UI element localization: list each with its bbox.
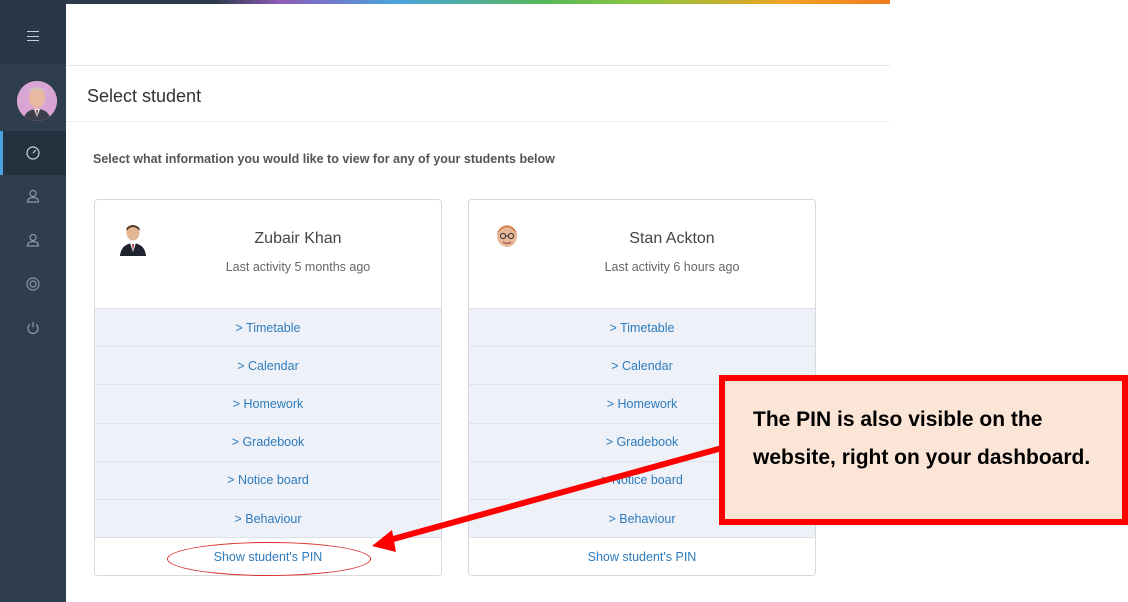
user-photo xyxy=(17,81,57,121)
last-activity: Last activity 6 hours ago xyxy=(604,260,740,274)
student-name: Stan Ackton xyxy=(629,230,715,247)
divider xyxy=(66,121,890,122)
dashboard-icon xyxy=(26,146,40,160)
highlight-circle xyxy=(167,542,371,576)
student-card-header: Stan Ackton Last activity 6 hours ago xyxy=(469,200,815,308)
brand-stripe xyxy=(66,0,890,4)
link-notice-board[interactable]: > Notice board xyxy=(95,460,441,499)
callout-box: The PIN is also visible on the website, … xyxy=(719,375,1128,525)
instruction-text: Select what information you would like t… xyxy=(93,152,555,166)
show-pin-link[interactable]: Show student's PIN xyxy=(469,537,815,575)
student-card-header: Zubair Khan Last activity 5 months ago xyxy=(95,200,441,308)
user-icon xyxy=(26,233,40,247)
last-activity: Last activity 5 months ago xyxy=(225,260,371,274)
user-icon xyxy=(26,189,40,203)
link-timetable[interactable]: > Timetable xyxy=(95,308,441,347)
link-gradebook[interactable]: > Gradebook xyxy=(95,422,441,461)
sidebar xyxy=(0,0,66,602)
top-bar xyxy=(66,0,890,66)
sidebar-item-students[interactable] xyxy=(0,218,66,262)
student-avatar[interactable] xyxy=(117,222,149,256)
student-avatar[interactable] xyxy=(491,222,523,256)
page-title: Select student xyxy=(87,86,202,106)
sidebar-header xyxy=(0,0,66,64)
sidebar-item-logout[interactable] xyxy=(0,306,66,350)
sidebar-item-dashboard[interactable] xyxy=(0,131,66,175)
sidebar-item-support[interactable] xyxy=(0,262,66,306)
link-timetable[interactable]: > Timetable xyxy=(469,308,815,347)
sidebar-item-profile[interactable] xyxy=(0,174,66,218)
callout-text: The PIN is also visible on the website, … xyxy=(753,408,1091,469)
support-icon xyxy=(26,277,40,291)
student-card: Zubair Khan Last activity 5 months ago >… xyxy=(94,199,442,576)
student-name: Zubair Khan xyxy=(254,230,342,247)
link-behaviour[interactable]: > Behaviour xyxy=(95,498,441,538)
avatar[interactable] xyxy=(17,81,57,121)
link-calendar[interactable]: > Calendar xyxy=(95,346,441,385)
menu-icon[interactable] xyxy=(27,31,39,41)
power-icon xyxy=(27,322,39,335)
link-homework[interactable]: > Homework xyxy=(95,384,441,423)
